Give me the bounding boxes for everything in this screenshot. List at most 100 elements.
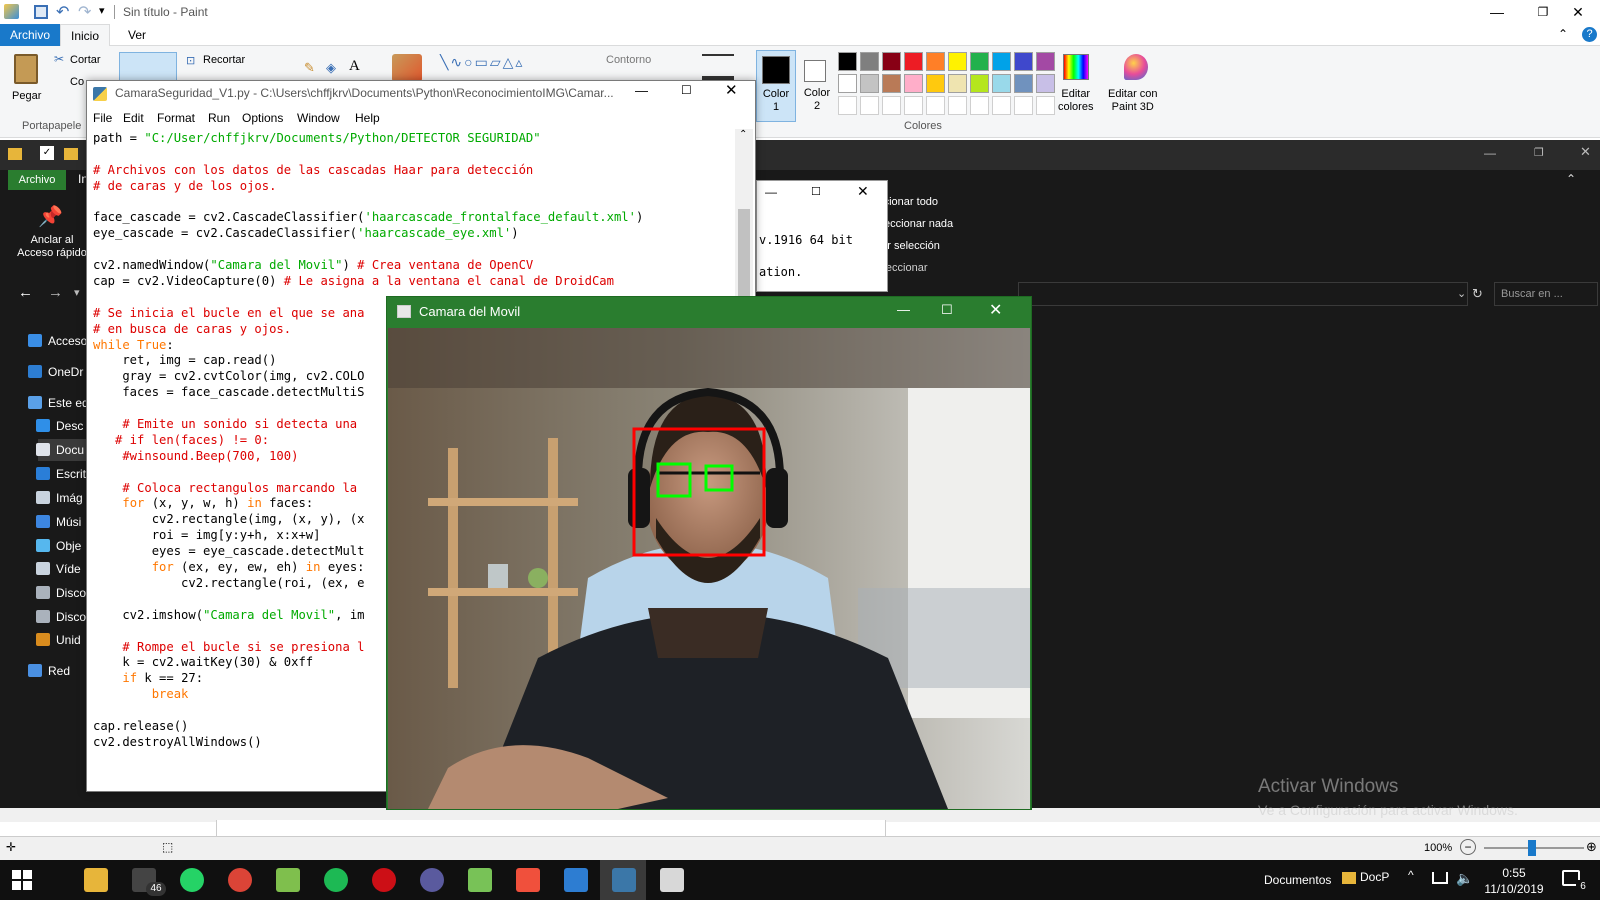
pin-quick-access-button[interactable]: Anclar al Acceso rápido	[12, 234, 92, 260]
palette-swatch[interactable]	[970, 52, 989, 71]
idle-menu-window[interactable]: Window	[297, 111, 340, 125]
nav-item[interactable]: Unid	[36, 629, 81, 651]
camera-close-button[interactable]: ✕	[989, 300, 1002, 320]
tab-ver[interactable]: Ver	[118, 24, 156, 46]
palette-custom-swatch[interactable]	[948, 96, 967, 115]
explorer-tab-archivo[interactable]: Archivo	[8, 170, 66, 190]
taskbar-app-opera[interactable]	[360, 860, 406, 900]
taskbar-app-git-kraken[interactable]	[504, 860, 550, 900]
camera-minimize-button[interactable]: —	[897, 302, 910, 317]
crop-button[interactable]: Recortar	[203, 54, 245, 66]
taskbar-app-spotify[interactable]	[312, 860, 358, 900]
palette-swatch[interactable]	[1014, 52, 1033, 71]
new-folder-icon[interactable]	[64, 148, 78, 160]
palette-swatch[interactable]	[838, 74, 857, 93]
nav-item[interactable]: Disco	[36, 582, 86, 604]
shell-close-button[interactable]: ✕	[857, 183, 869, 200]
ribbon-collapse-icon[interactable]: ⌃	[1558, 27, 1568, 41]
refresh-icon[interactable]: ↻	[1472, 286, 1483, 302]
address-dropdown-icon[interactable]: ⌄	[1457, 287, 1466, 300]
palette-swatch[interactable]	[1014, 74, 1033, 93]
fill-icon[interactable]: ◈	[326, 60, 336, 76]
explorer-search-input[interactable]: Buscar en ...	[1494, 282, 1598, 306]
taskbar-docp-label[interactable]: DocP	[1360, 870, 1389, 884]
palette-swatch[interactable]	[992, 52, 1011, 71]
paint-close-button[interactable]: ✕	[1556, 0, 1600, 24]
idle-menu-run[interactable]: Run	[208, 111, 230, 125]
scissors-icon[interactable]: ✂	[54, 52, 64, 66]
zoom-out-button[interactable]: −	[1460, 839, 1476, 855]
paint3d-button[interactable]: Editar con Paint 3D	[1108, 88, 1158, 114]
network-icon[interactable]	[1432, 872, 1448, 884]
nav-item[interactable]: Músi	[36, 511, 81, 533]
address-bar[interactable]: ⌄	[1018, 282, 1468, 306]
palette-swatch[interactable]	[838, 52, 857, 71]
clock-time[interactable]: 0:55	[1484, 866, 1544, 880]
palette-custom-swatch[interactable]	[970, 96, 989, 115]
tab-inicio[interactable]: Inicio	[60, 24, 111, 46]
quick-access-dropdown-icon[interactable]: ▾	[99, 4, 105, 17]
paint-app-icon[interactable]	[4, 4, 19, 19]
explorer-close-button[interactable]: ✕	[1580, 144, 1591, 160]
taskbar-app-file-explorer[interactable]	[72, 860, 118, 900]
palette-swatch[interactable]	[926, 74, 945, 93]
palette-custom-swatch[interactable]	[904, 96, 923, 115]
zoom-in-button[interactable]: ⊕	[1586, 839, 1600, 855]
taskbar-documents-label[interactable]: Documentos	[1264, 873, 1331, 887]
taskbar-app-chrome[interactable]	[216, 860, 262, 900]
palette-custom-swatch[interactable]	[882, 96, 901, 115]
palette-swatch[interactable]	[992, 74, 1011, 93]
palette-swatch[interactable]	[948, 52, 967, 71]
taskbar-app-android-studio[interactable]	[456, 860, 502, 900]
nav-item[interactable]: Escrit	[36, 463, 86, 485]
cut-button[interactable]: Cortar	[70, 54, 101, 66]
forward-arrow-icon[interactable]: →	[48, 284, 63, 301]
nav-item[interactable]: Este eq	[28, 392, 89, 414]
back-arrow-icon[interactable]: ←	[18, 284, 33, 301]
zoom-slider-thumb[interactable]	[1528, 840, 1536, 856]
edit-colors-icon[interactable]	[1063, 54, 1089, 80]
recent-dropdown-icon[interactable]: ▾	[74, 286, 80, 299]
outline-button[interactable]: Contorno	[606, 54, 651, 66]
text-tool-icon[interactable]: A	[349, 58, 360, 75]
idle-minimize-button[interactable]: —	[635, 83, 648, 98]
nav-item[interactable]: Acceso	[28, 330, 87, 352]
tray-expand-icon[interactable]: ^	[1408, 868, 1414, 882]
palette-custom-swatch[interactable]	[992, 96, 1011, 115]
taskbar-app-paint[interactable]	[648, 860, 694, 900]
size-icon[interactable]	[702, 54, 734, 80]
idle-menu-options[interactable]: Options	[242, 111, 283, 125]
palette-swatch[interactable]	[904, 74, 923, 93]
redo-icon[interactable]: ↷	[78, 2, 91, 22]
palette-swatch[interactable]	[1036, 74, 1055, 93]
paint-minimize-button[interactable]: —	[1474, 0, 1520, 24]
idle-menu-help[interactable]: Help	[355, 111, 380, 125]
camera-maximize-button[interactable]: ☐	[941, 302, 953, 318]
palette-swatch[interactable]	[860, 74, 879, 93]
nav-item[interactable]: Obje	[36, 535, 81, 557]
palette-custom-swatch[interactable]	[1014, 96, 1033, 115]
palette-custom-swatch[interactable]	[838, 96, 857, 115]
help-icon[interactable]: ?	[1582, 27, 1597, 42]
palette-swatch[interactable]	[970, 74, 989, 93]
idle-maximize-button[interactable]: ☐	[681, 83, 692, 97]
taskbar-app-notepad-plus[interactable]	[264, 860, 310, 900]
clock-date[interactable]: 11/10/2019	[1480, 882, 1548, 896]
select-tool[interactable]	[119, 52, 177, 82]
explorer-minimize-button[interactable]: —	[1484, 146, 1496, 160]
palette-swatch[interactable]	[882, 74, 901, 93]
edit-colors-button[interactable]: Editar colores	[1058, 88, 1093, 114]
idle-menu-edit[interactable]: Edit	[123, 111, 144, 125]
palette-custom-swatch[interactable]	[926, 96, 945, 115]
zoom-slider[interactable]	[1484, 840, 1584, 856]
palette-custom-swatch[interactable]	[860, 96, 879, 115]
color1-button[interactable]: Color 1	[756, 50, 796, 122]
tab-archivo[interactable]: Archivo	[0, 24, 61, 46]
palette-swatch[interactable]	[948, 74, 967, 93]
paint3d-icon[interactable]	[1124, 54, 1148, 80]
shell-maximize-button[interactable]: ☐	[811, 185, 821, 198]
palette-swatch[interactable]	[882, 52, 901, 71]
taskbar-app-whatsapp[interactable]	[168, 860, 214, 900]
paste-icon[interactable]	[14, 54, 38, 84]
undo-icon[interactable]: ↶	[56, 2, 69, 22]
